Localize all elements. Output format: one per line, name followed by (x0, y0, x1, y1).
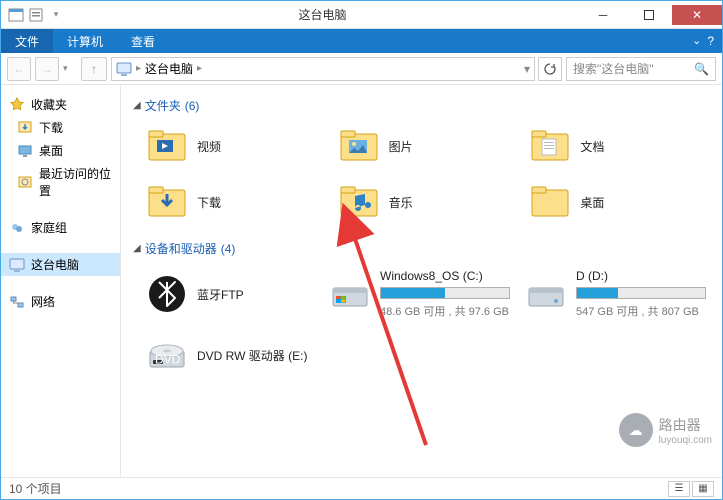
folder-videos[interactable]: 视频 (143, 122, 327, 170)
folder-music-icon (339, 182, 379, 222)
recent-icon (17, 174, 33, 190)
drive-c[interactable]: Windows8_OS (C:) 48.6 GB 可用 , 共 97.6 GB (326, 265, 514, 323)
status-bar: 10 个项目 ☰ ▦ (1, 477, 722, 499)
star-icon (9, 97, 25, 113)
file-tab[interactable]: 文件 (1, 29, 53, 53)
drive-os-icon (330, 274, 370, 314)
status-item-count: 10 个项目 (9, 480, 62, 497)
nav-history-dropdown[interactable]: ▾ (63, 63, 77, 74)
address-dropdown-icon[interactable]: ▾ (524, 62, 530, 76)
section-drives-header[interactable]: ◢ 设备和驱动器 (4) (133, 240, 710, 257)
system-menu-icon[interactable] (7, 6, 25, 24)
drive-d[interactable]: D (D:) 547 GB 可用 , 共 807 GB (522, 265, 710, 323)
address-bar-row: ← → ▾ ↑ ▸ 这台电脑 ▸ ▾ 搜索"这台电脑" 🔍 (1, 53, 722, 85)
collapse-icon: ◢ (133, 243, 141, 254)
drive-capacity-bar (576, 287, 706, 299)
folder-desktop[interactable]: 桌面 (526, 178, 710, 226)
breadcrumb-separator-icon[interactable]: ▸ (197, 63, 202, 74)
computer-icon (9, 257, 25, 273)
nav-up-button[interactable]: ↑ (81, 57, 107, 81)
nav-forward-button[interactable]: → (35, 57, 59, 81)
ribbon-collapse-icon[interactable]: ⌄ (692, 34, 701, 48)
close-button[interactable]: ✕ (672, 5, 722, 25)
sidebar-thispc[interactable]: 这台电脑 (1, 253, 120, 276)
folder-video-icon (147, 126, 187, 166)
homegroup-icon (9, 220, 25, 236)
maximize-button[interactable] (626, 5, 672, 25)
qat-properties-icon[interactable] (27, 6, 45, 24)
content-pane[interactable]: ◢ 文件夹 (6) 视频 图片 文档 下载 音乐 桌面 ◢ 设备和驱动器 (4) (121, 85, 722, 477)
breadcrumb-item[interactable]: 这台电脑 (145, 60, 193, 77)
sidebar-homegroup[interactable]: 家庭组 (1, 216, 120, 239)
desktop-icon (17, 143, 33, 159)
address-box[interactable]: ▸ 这台电脑 ▸ ▾ (111, 57, 535, 81)
folder-pictures-icon (339, 126, 379, 166)
search-input[interactable]: 搜索"这台电脑" 🔍 (566, 57, 716, 81)
drives-grid: 蓝牙FTP Windows8_OS (C:) 48.6 GB 可用 , 共 97… (133, 265, 710, 379)
sidebar-network[interactable]: 网络 (1, 290, 120, 313)
qat-dropdown-icon[interactable]: ▾ (47, 6, 65, 24)
folder-documents-icon (530, 126, 570, 166)
view-icons-button[interactable]: ▦ (692, 481, 714, 497)
drive-capacity-bar (380, 287, 510, 299)
search-placeholder: 搜索"这台电脑" (573, 60, 654, 77)
sidebar-item-downloads[interactable]: 下载 (1, 116, 120, 139)
section-folders-header[interactable]: ◢ 文件夹 (6) (133, 97, 710, 114)
folder-downloads[interactable]: 下载 (143, 178, 327, 226)
computer-icon (116, 61, 132, 77)
help-icon[interactable]: ? (707, 34, 714, 48)
drive-dvd[interactable]: DVD DVD RW 驱动器 (E:) (143, 331, 318, 379)
minimize-button[interactable]: ─ (580, 5, 626, 25)
ribbon-tabs: 文件 计算机 查看 ⌄ ? (1, 29, 722, 53)
breadcrumb-separator-icon[interactable]: ▸ (136, 63, 141, 74)
dvd-drive-icon: DVD (147, 335, 187, 375)
refresh-button[interactable] (538, 57, 562, 81)
sidebar-favorites[interactable]: 收藏夹 (1, 93, 120, 116)
network-icon (9, 294, 25, 310)
collapse-icon: ◢ (133, 100, 141, 111)
view-details-button[interactable]: ☰ (668, 481, 690, 497)
sidebar-item-desktop[interactable]: 桌面 (1, 139, 120, 162)
window-title: 这台电脑 (65, 6, 580, 23)
computer-tab[interactable]: 计算机 (53, 29, 117, 54)
nav-back-button[interactable]: ← (7, 57, 31, 81)
bluetooth-icon (147, 274, 187, 314)
title-bar: ▾ 这台电脑 ─ ✕ (1, 1, 722, 29)
drive-icon (526, 274, 566, 314)
folder-download-icon (147, 182, 187, 222)
watermark-icon: ☁ (619, 413, 653, 447)
folder-pictures[interactable]: 图片 (335, 122, 519, 170)
svg-text:DVD: DVD (155, 353, 181, 367)
search-icon: 🔍 (694, 62, 709, 76)
sidebar-item-recent[interactable]: 最近访问的位置 (1, 162, 120, 202)
folder-icon (530, 182, 570, 222)
folders-grid: 视频 图片 文档 下载 音乐 桌面 (133, 122, 710, 226)
navigation-sidebar: 收藏夹 下载 桌面 最近访问的位置 家庭组 这台电脑 网络 (1, 85, 121, 477)
folder-music[interactable]: 音乐 (335, 178, 519, 226)
download-icon (17, 120, 33, 136)
view-tab[interactable]: 查看 (117, 29, 169, 54)
watermark: ☁ 路由器 luyouqi.com (619, 413, 712, 447)
folder-documents[interactable]: 文档 (526, 122, 710, 170)
device-bluetooth[interactable]: 蓝牙FTP (143, 265, 318, 323)
